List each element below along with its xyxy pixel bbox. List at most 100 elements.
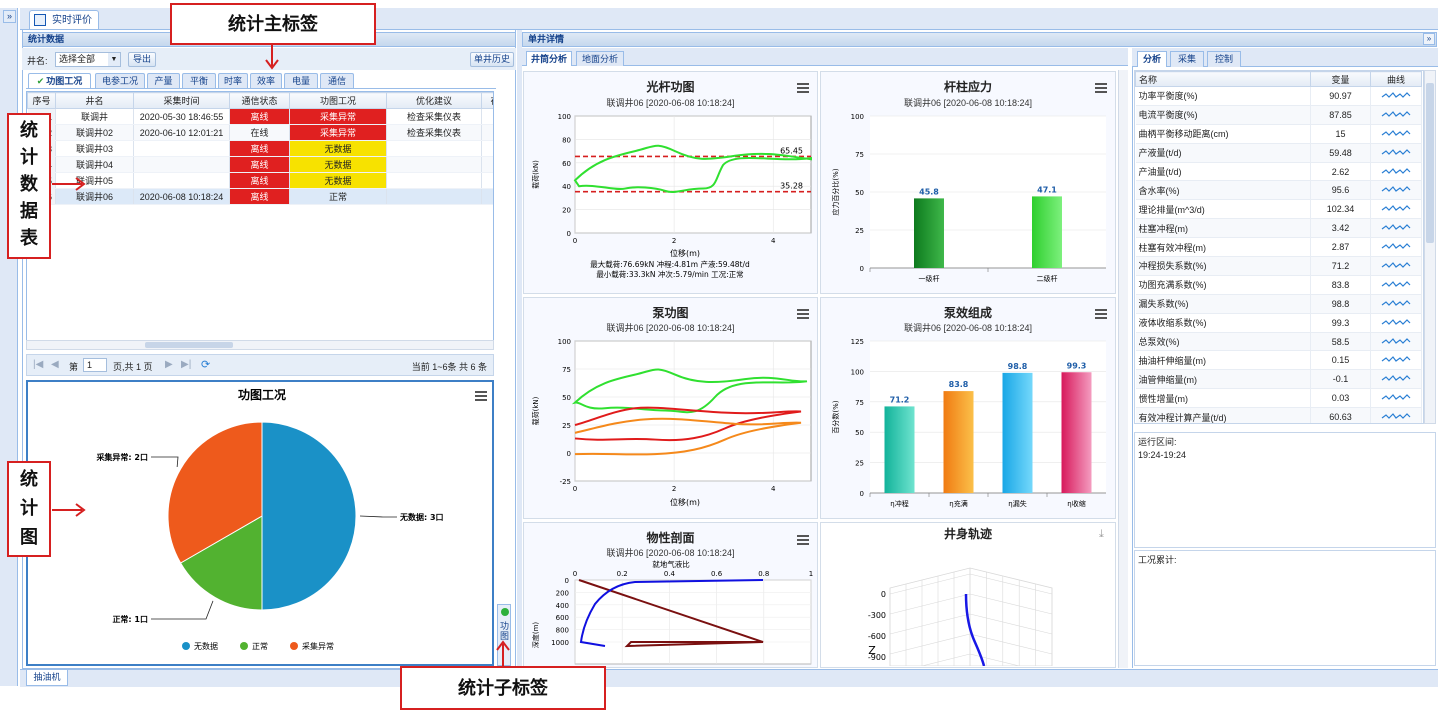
analysis-tab-0[interactable]: 分析: [1137, 51, 1167, 67]
legend-item[interactable]: 正常: [252, 642, 268, 651]
horizontal-scrollbar[interactable]: [26, 340, 494, 350]
refresh-icon[interactable]: ⟳: [201, 358, 210, 371]
column-header[interactable]: 序号: [27, 92, 56, 109]
sparkline-icon[interactable]: [1381, 279, 1411, 289]
curve-cell[interactable]: [1370, 332, 1422, 352]
well-history-button[interactable]: 单井历史: [470, 52, 514, 67]
stats-tab-3[interactable]: 平衡: [182, 73, 216, 89]
column-header[interactable]: 通信状态: [229, 92, 290, 109]
scrollbar-thumb[interactable]: [145, 342, 233, 348]
stats-tab-2[interactable]: 产量: [147, 73, 180, 89]
curve-cell[interactable]: [1370, 180, 1422, 201]
table-row[interactable]: 油管伸缩量(m) -0.1: [1135, 369, 1422, 390]
curve-cell[interactable]: [1370, 275, 1422, 295]
sparkline-icon[interactable]: [1381, 317, 1411, 327]
sparkline-icon[interactable]: [1381, 222, 1411, 232]
menu-icon[interactable]: [1095, 83, 1107, 93]
curve-cell[interactable]: [1370, 313, 1422, 333]
prev-page-icon[interactable]: ◀: [51, 359, 59, 370]
column-header[interactable]: 变量: [1310, 71, 1371, 87]
bar[interactable]: [914, 198, 944, 268]
table-row[interactable]: 功图充满系数(%) 83.8: [1135, 275, 1422, 295]
bar[interactable]: [943, 391, 974, 493]
column-header[interactable]: 在线: [481, 92, 493, 109]
bar[interactable]: [884, 406, 915, 493]
table-row[interactable]: 柱塞冲程(m) 3.42: [1135, 218, 1422, 239]
table-row[interactable]: 产油量(t/d) 2.62: [1135, 162, 1422, 182]
menu-icon[interactable]: [797, 83, 809, 93]
curve-cell[interactable]: [1370, 369, 1422, 390]
sparkline-icon[interactable]: [1381, 260, 1411, 270]
page-input[interactable]: 1: [83, 358, 107, 372]
curve-cell[interactable]: [1370, 199, 1422, 220]
stats-tab-6[interactable]: 电量: [284, 73, 318, 89]
curve-cell[interactable]: [1370, 86, 1422, 106]
sparkline-icon[interactable]: [1381, 147, 1411, 157]
stats-tab-4[interactable]: 时率: [218, 73, 248, 89]
table-row[interactable]: 理论排量(m^3/d) 102.34: [1135, 199, 1422, 220]
table-row[interactable]: 惯性增量(m) 0.03: [1135, 388, 1422, 409]
sparkline-icon[interactable]: [1381, 392, 1411, 402]
tab-realtime-evaluation[interactable]: 实时评价: [29, 10, 99, 30]
legend-item[interactable]: 无数据: [194, 641, 218, 651]
sparkline-icon[interactable]: [1381, 109, 1411, 119]
analysis-tab-2[interactable]: 控制: [1207, 51, 1241, 67]
table-row[interactable]: 冲程损失系数(%) 71.2: [1135, 256, 1422, 276]
column-header[interactable]: 曲线: [1370, 71, 1422, 87]
analysis-tab-1[interactable]: 采集: [1170, 51, 1204, 67]
sparkline-icon[interactable]: [1381, 203, 1411, 213]
table-row[interactable]: 曲柄平衡移动距离(cm) 15: [1135, 124, 1422, 144]
table-row[interactable]: 5联调井05离线无数据: [27, 172, 493, 189]
export-button[interactable]: 导出: [128, 52, 156, 67]
curve-cell[interactable]: [1370, 218, 1422, 239]
table-row[interactable]: 柱塞有效冲程(m) 2.87: [1135, 237, 1422, 258]
middle-scrollbar[interactable]: [1118, 70, 1128, 668]
menu-icon[interactable]: [797, 309, 809, 319]
table-row[interactable]: 产液量(t/d) 59.48: [1135, 143, 1422, 163]
sparkline-icon[interactable]: [1381, 166, 1411, 176]
menu-icon[interactable]: [797, 535, 809, 545]
tab-surface-analysis[interactable]: 地面分析: [576, 51, 624, 66]
table-row[interactable]: 电流平衡度(%) 87.85: [1135, 105, 1422, 125]
curve-cell[interactable]: [1370, 105, 1422, 125]
table-row[interactable]: 液体收缩系数(%) 99.3: [1135, 313, 1422, 333]
sparkline-icon[interactable]: [1381, 354, 1411, 364]
stats-tab-0[interactable]: ✔ 功图工况: [28, 73, 91, 89]
curve-cell[interactable]: [1370, 294, 1422, 314]
next-page-icon[interactable]: ▶: [165, 359, 173, 370]
curve-cell[interactable]: [1370, 124, 1422, 144]
curve-cell[interactable]: [1370, 388, 1422, 409]
stats-tab-1[interactable]: 电参工况: [95, 73, 145, 89]
table-row[interactable]: 1联调井2020-05-30 18:46:55离线采集异常检查采集仪表: [27, 108, 493, 125]
column-header[interactable]: 井名: [55, 92, 134, 109]
table-row[interactable]: 3联调井03离线无数据: [27, 140, 493, 157]
sparkline-icon[interactable]: [1381, 336, 1411, 346]
table-row[interactable]: 总泵效(%) 58.5: [1135, 332, 1422, 352]
expand-icon[interactable]: »: [3, 10, 16, 23]
sparkline-icon[interactable]: [1381, 128, 1411, 138]
curve-cell[interactable]: [1370, 350, 1422, 371]
table-row[interactable]: 有效冲程计算产量(t/d) 60.63: [1135, 407, 1422, 423]
sparkline-icon[interactable]: [1381, 241, 1411, 251]
table-row[interactable]: 4联调井04离线无数据: [27, 156, 493, 173]
curve-cell[interactable]: [1370, 162, 1422, 182]
well-select[interactable]: 选择全部 ▼: [55, 52, 121, 67]
sparkline-icon[interactable]: [1381, 184, 1411, 194]
curve-cell[interactable]: [1370, 237, 1422, 258]
column-header[interactable]: 功图工况: [289, 92, 387, 109]
table-row[interactable]: 漏失系数(%) 98.8: [1135, 294, 1422, 314]
analysis-scrollbar[interactable]: [1424, 70, 1436, 424]
menu-icon[interactable]: [1095, 309, 1107, 319]
stats-tab-7[interactable]: 通信: [320, 73, 354, 89]
column-header[interactable]: 采集时间: [133, 92, 230, 109]
bar[interactable]: [1061, 372, 1092, 493]
pie-slice[interactable]: [261, 421, 357, 611]
sparkline-icon[interactable]: [1381, 373, 1411, 383]
bar[interactable]: [1002, 372, 1033, 493]
curve-cell[interactable]: [1370, 407, 1422, 423]
table-row[interactable]: 抽油杆伸缩量(m) 0.15: [1135, 350, 1422, 371]
tab-pumping-unit[interactable]: 抽油机: [26, 670, 68, 686]
sparkline-icon[interactable]: [1381, 90, 1411, 100]
tab-wellbore-analysis[interactable]: 井筒分析: [526, 51, 572, 66]
curve-cell[interactable]: [1370, 143, 1422, 163]
